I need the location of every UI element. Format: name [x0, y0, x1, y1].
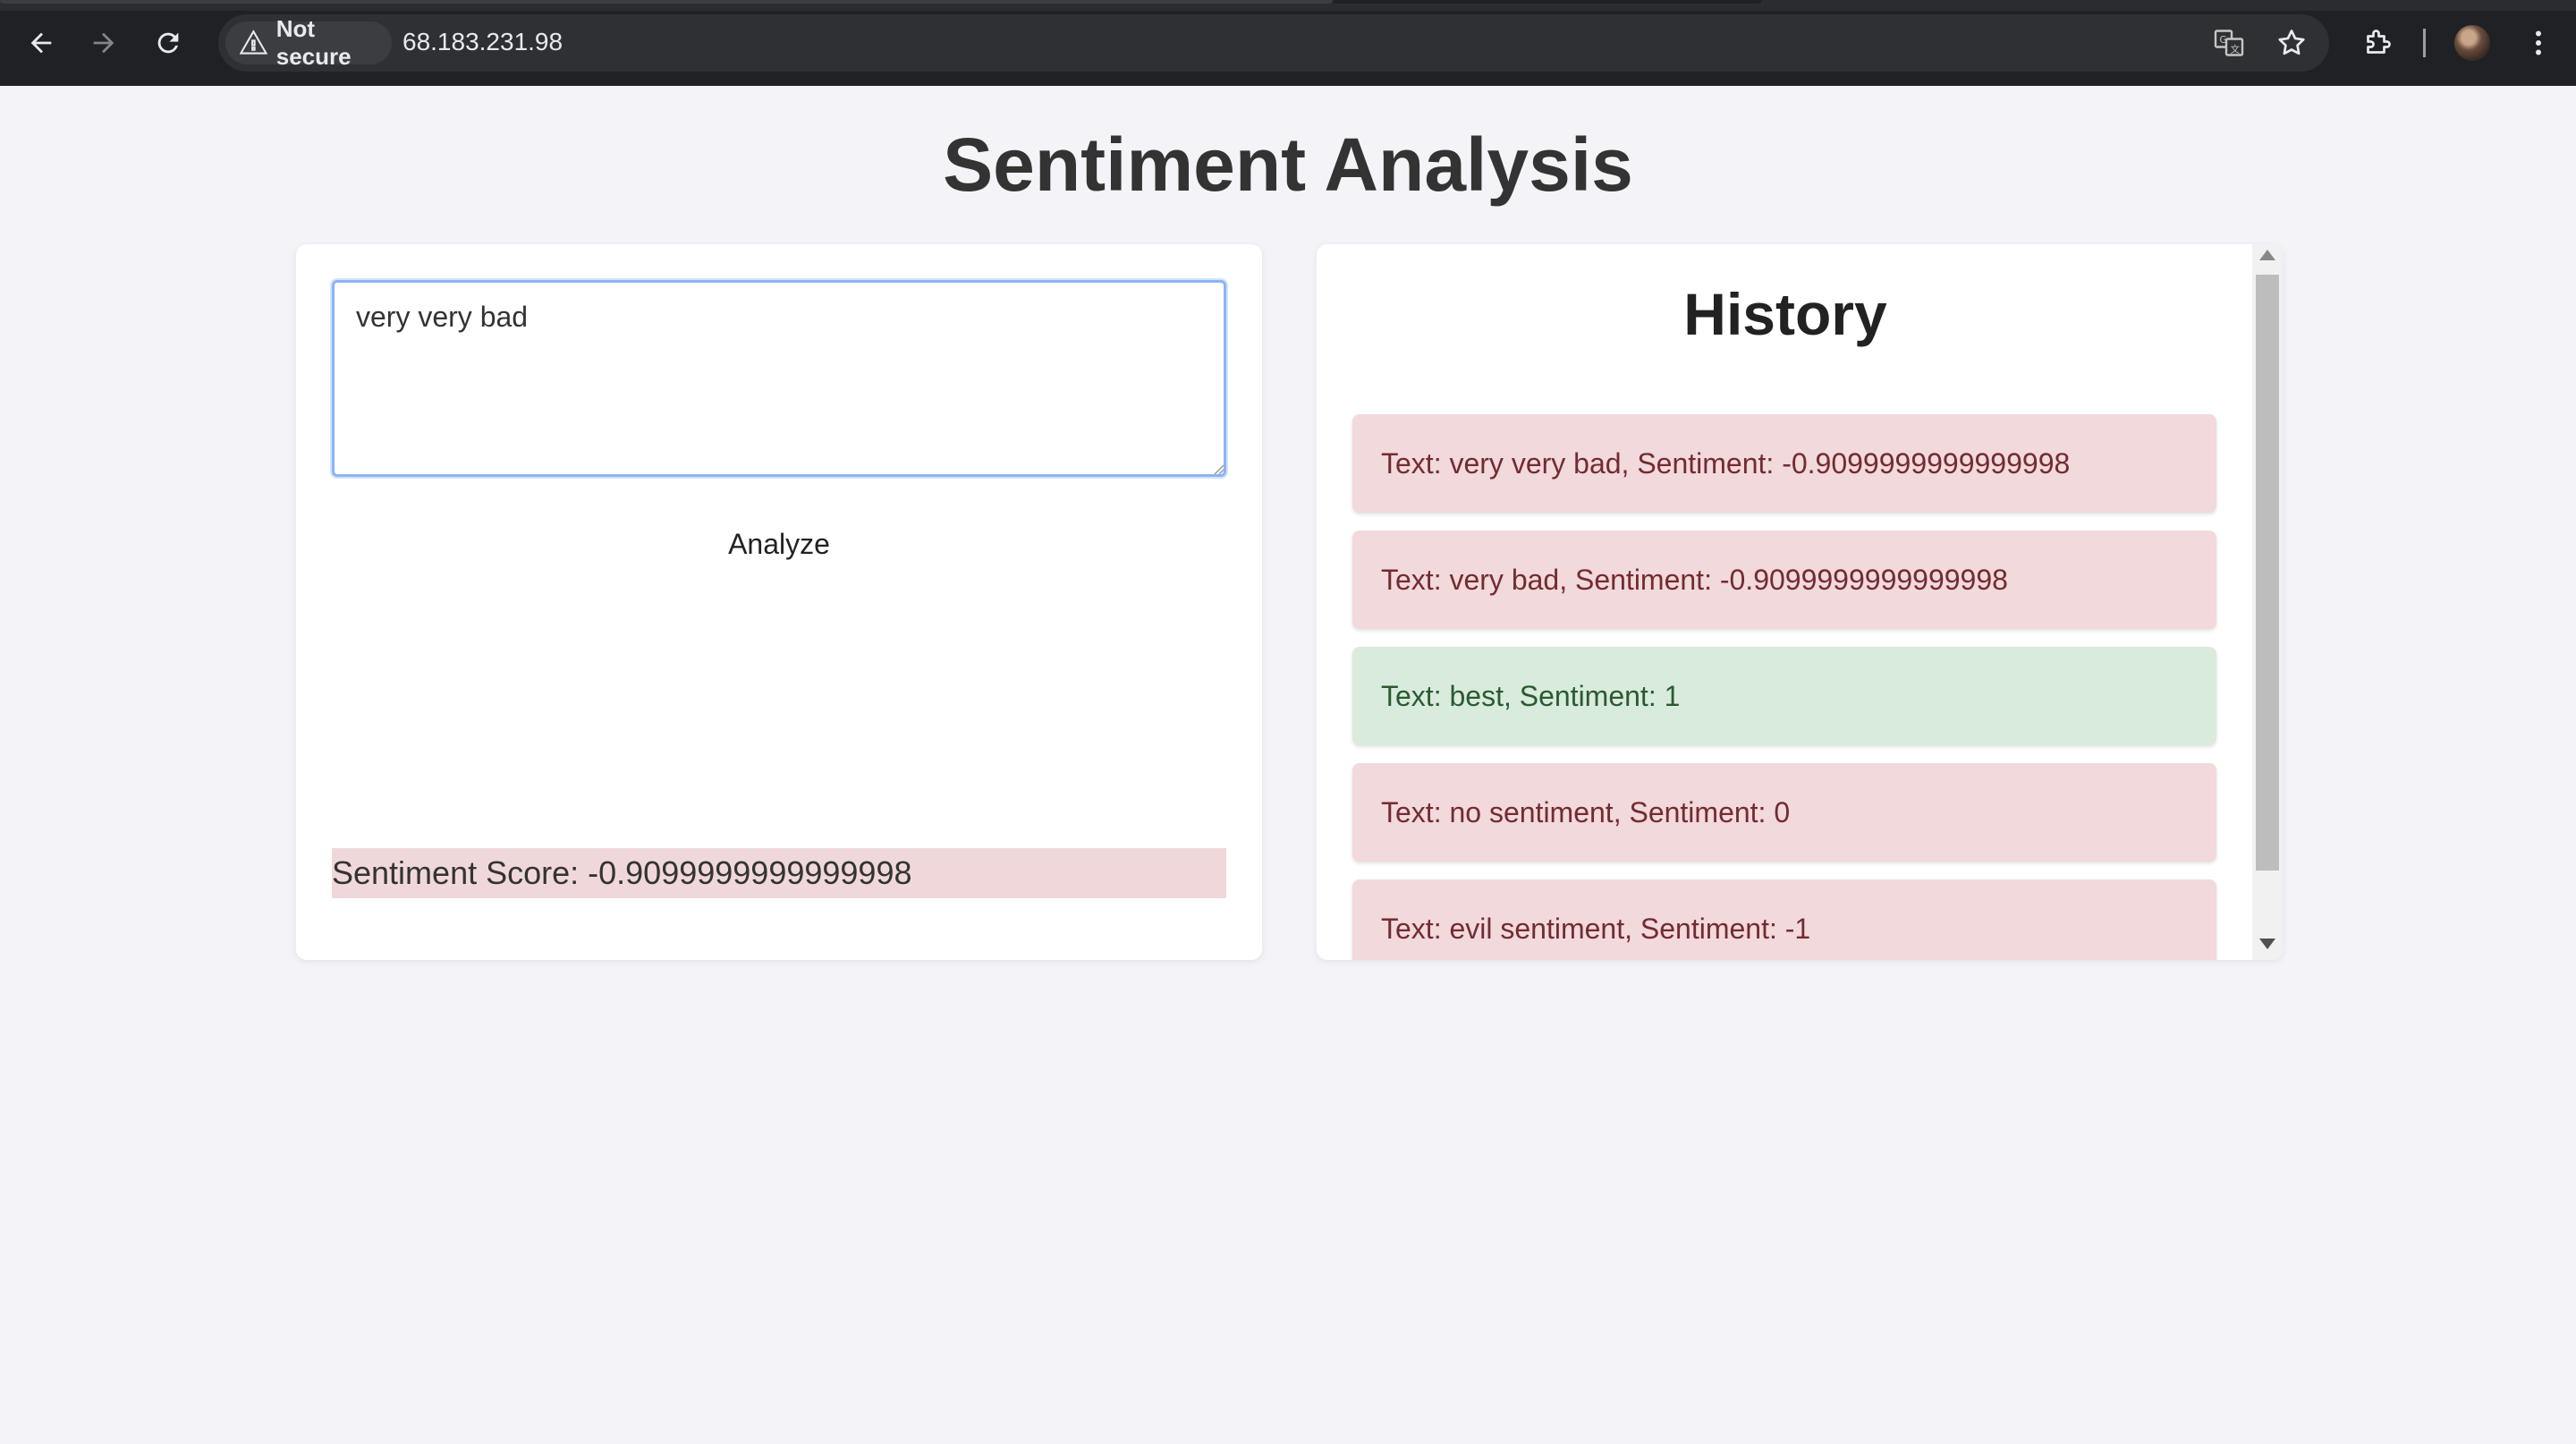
scroll-down-arrow-icon[interactable]	[2259, 939, 2275, 949]
warning-icon	[240, 30, 267, 55]
history-title: History	[1683, 281, 1887, 347]
history-item: Text: very bad, Sentiment: -0.9099999999…	[1352, 531, 2216, 629]
browser-toolbar: Not secure 68.183.231.98 G文	[0, 0, 2576, 86]
active-tab[interactable]	[1333, 0, 1762, 4]
profile-avatar[interactable]	[2454, 25, 2490, 61]
extensions-puzzle-icon[interactable]	[2360, 25, 2395, 61]
svg-text:G: G	[2220, 35, 2227, 46]
menu-kebab-icon[interactable]	[2521, 25, 2556, 61]
history-panel[interactable]: History Text: very very bad, Sentiment: …	[1317, 244, 2283, 960]
forward-arrow-icon	[93, 32, 114, 54]
analyze-button[interactable]: Analyze	[332, 513, 1226, 575]
history-item: Text: very very bad, Sentiment: -0.90999…	[1352, 414, 2216, 513]
sentiment-score: Sentiment Score: -0.9099999999999998	[332, 848, 1226, 898]
svg-text:文: 文	[2231, 44, 2241, 55]
address-bar[interactable]: Not secure 68.183.231.98 G文	[218, 14, 2329, 72]
reload-icon	[157, 32, 179, 54]
forward-button[interactable]	[84, 23, 123, 63]
back-button[interactable]	[21, 23, 61, 63]
history-item: Text: evil sentiment, Sentiment: -1	[1352, 879, 2216, 960]
page-title: Sentiment Analysis	[943, 123, 1633, 207]
history-scrollbar[interactable]	[2252, 244, 2283, 960]
history-list: Text: very very bad, Sentiment: -0.90999…	[1352, 414, 2216, 960]
back-arrow-icon	[30, 32, 52, 54]
scroll-up-arrow-icon[interactable]	[2259, 250, 2275, 260]
text-input[interactable]	[332, 280, 1226, 477]
scroll-thumb[interactable]	[2256, 275, 2279, 871]
analysis-panel: Analyze Sentiment Score: -0.909999999999…	[296, 244, 1262, 960]
reload-button[interactable]	[148, 23, 188, 63]
security-label: Not secure	[275, 15, 352, 70]
tab[interactable]	[0, 0, 1333, 4]
url-text[interactable]: 68.183.231.98	[402, 28, 563, 56]
security-indicator[interactable]: Not secure	[225, 15, 392, 70]
history-item: Text: best, Sentiment: 1	[1352, 647, 2216, 745]
toolbar-divider	[2423, 29, 2426, 57]
bookmark-star-icon[interactable]	[2275, 27, 2308, 59]
translate-icon[interactable]: G文	[2213, 27, 2245, 59]
history-item: Text: no sentiment, Sentiment: 0	[1352, 763, 2216, 862]
resize-grip-icon[interactable]	[1210, 461, 1224, 475]
